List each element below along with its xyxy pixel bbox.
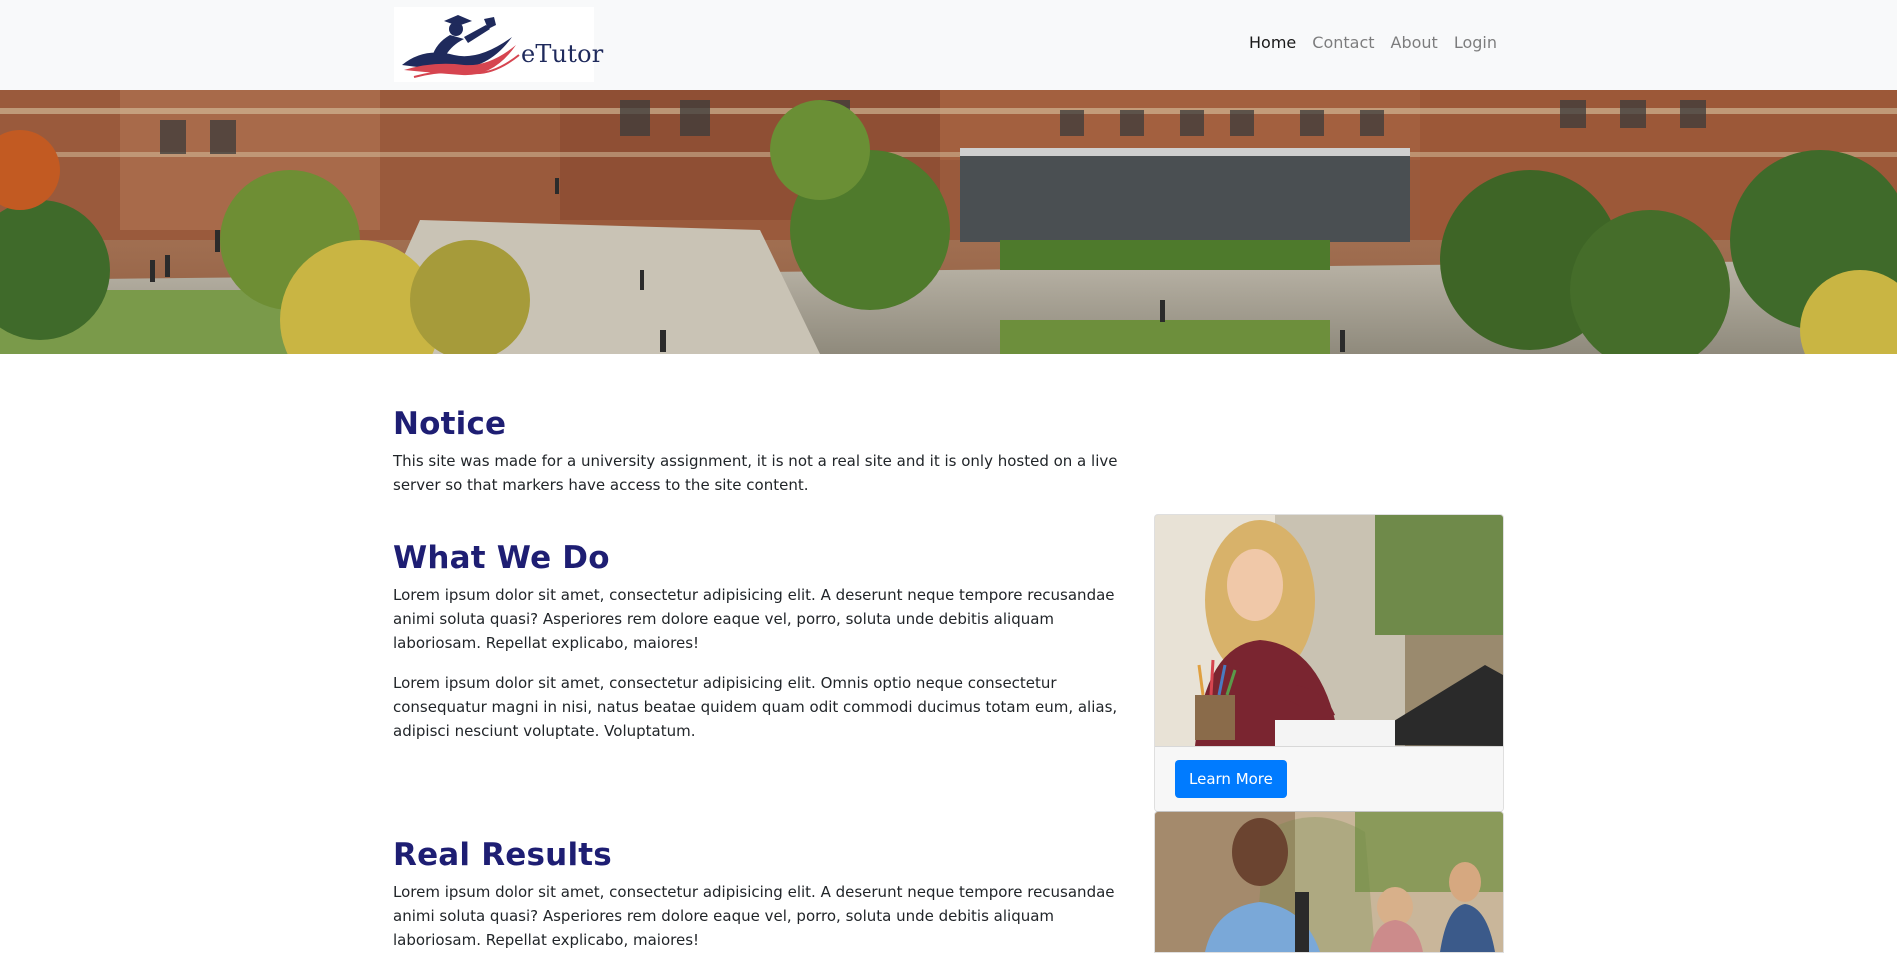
- real-results-paragraph-1: Lorem ipsum dolor sit amet, consectetur …: [393, 883, 1115, 949]
- hero-campus-image: [0, 90, 1897, 354]
- notice-text: This site was made for a university assi…: [393, 452, 1118, 494]
- card-footer: Learn More: [1155, 746, 1503, 811]
- main-nav: Home Contact About Login: [1249, 33, 1497, 52]
- learn-more-button[interactable]: Learn More: [1175, 760, 1287, 798]
- info-card-2: [1154, 811, 1504, 953]
- what-we-do-heading: What We Do: [393, 540, 610, 576]
- what-we-do-paragraph-1: Lorem ipsum dolor sit amet, consectetur …: [393, 586, 1115, 652]
- real-results-heading: Real Results: [393, 837, 612, 873]
- navbar: eTutor Home Contact About Login: [0, 0, 1897, 90]
- info-card: Learn More: [1154, 514, 1504, 812]
- nav-home[interactable]: Home: [1249, 33, 1296, 52]
- student-studying-image: [1155, 515, 1503, 746]
- notice-heading: Notice: [393, 406, 507, 442]
- nav-about[interactable]: About: [1391, 33, 1438, 52]
- nav-contact[interactable]: Contact: [1312, 33, 1374, 52]
- nav-login[interactable]: Login: [1454, 33, 1497, 52]
- logo-graduate-icon: [402, 15, 520, 78]
- what-we-do-paragraph-2: Lorem ipsum dolor sit amet, consectetur …: [393, 674, 1118, 740]
- smiling-student-image: [1155, 812, 1503, 952]
- brand-name: eTutor: [521, 40, 604, 68]
- brand-logo[interactable]: eTutor: [394, 7, 603, 82]
